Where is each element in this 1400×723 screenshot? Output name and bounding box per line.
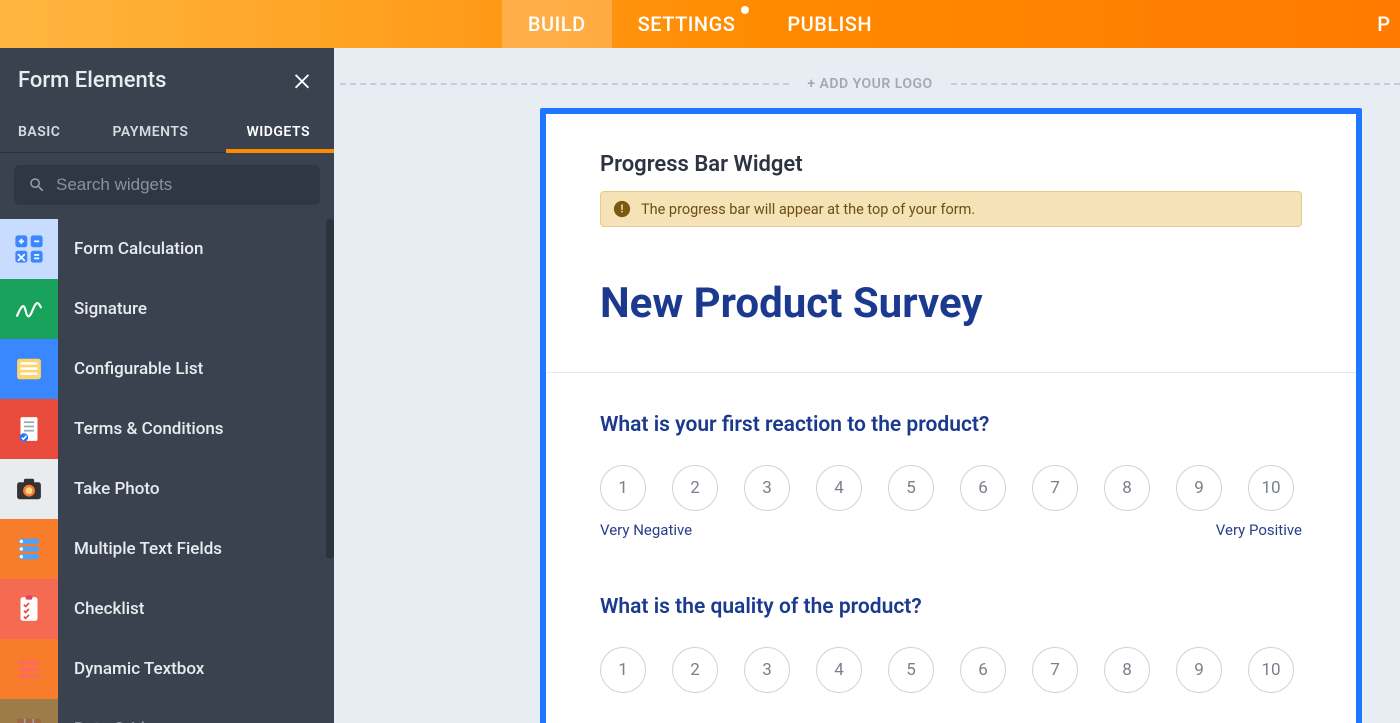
- form-card[interactable]: Progress Bar Widget ! The progress bar w…: [540, 108, 1362, 723]
- progress-bar-widget-banner: ! The progress bar will appear at the to…: [600, 191, 1302, 227]
- add-logo-line[interactable]: + ADD YOUR LOGO: [340, 48, 1400, 108]
- progress-bar-widget-note: The progress bar will appear at the top …: [641, 201, 975, 218]
- signature-icon: [0, 279, 58, 339]
- widget-label: Terms & Conditions: [58, 419, 224, 439]
- widget-dynamic-textbox[interactable]: Dynamic Textbox: [0, 639, 334, 699]
- search-icon: [28, 176, 46, 194]
- dashes-right: [951, 83, 1400, 85]
- calc-icon: [0, 219, 58, 279]
- sidebar-tab-payments-label: PAYMENTS: [113, 124, 189, 140]
- widget-label: Dynamic Textbox: [58, 659, 204, 679]
- progress-bar-widget-title: Progress Bar Widget: [600, 152, 1302, 177]
- tab-build-label: BUILD: [528, 12, 586, 36]
- terms-icon: [0, 399, 58, 459]
- data-grid-icon: [0, 699, 58, 723]
- question-1-text: What is your first reaction to the produ…: [600, 413, 1302, 437]
- widget-label: Form Calculation: [58, 239, 203, 259]
- config-list-icon: [0, 339, 58, 399]
- widget-label: Multiple Text Fields: [58, 539, 222, 559]
- progress-bar-widget-block[interactable]: Progress Bar Widget ! The progress bar w…: [600, 152, 1302, 227]
- widget-label: Checklist: [58, 599, 144, 619]
- scale-7[interactable]: 7: [1032, 465, 1078, 511]
- question-2[interactable]: What is the quality of the product? 1 2 …: [600, 595, 1302, 693]
- scale-4[interactable]: 4: [816, 647, 862, 693]
- alert-icon: !: [613, 200, 631, 218]
- sidebar-scrollbar[interactable]: [326, 219, 334, 559]
- scale-5[interactable]: 5: [888, 465, 934, 511]
- multi-text-icon: [0, 519, 58, 579]
- search-wrap: [0, 153, 334, 219]
- tab-settings[interactable]: SETTINGS: [612, 0, 762, 48]
- close-icon: [291, 69, 313, 91]
- search-input[interactable]: [56, 175, 306, 195]
- question-2-scale: 1 2 3 4 5 6 7 8 9 10: [600, 647, 1302, 693]
- sidebar-title: Form Elements: [18, 68, 166, 93]
- widget-checklist[interactable]: Checklist: [0, 579, 334, 639]
- checklist-icon: [0, 579, 58, 639]
- scale-1[interactable]: 1: [600, 647, 646, 693]
- canvas: + ADD YOUR LOGO Progress Bar Widget ! Th…: [334, 48, 1400, 723]
- sidebar: Form Elements BASIC PAYMENTS WIDGETS For…: [0, 48, 334, 723]
- widgets-list: Form Calculation Signature Configurable …: [0, 219, 334, 723]
- tab-publish-label: PUBLISH: [787, 12, 872, 36]
- form-title[interactable]: New Product Survey: [600, 279, 1302, 328]
- sidebar-tab-widgets-label: WIDGETS: [246, 124, 310, 140]
- tab-build[interactable]: BUILD: [502, 0, 612, 48]
- widget-signature[interactable]: Signature: [0, 279, 334, 339]
- widget-data-grid[interactable]: Data Grid: [0, 699, 334, 723]
- question-1-scale-labels: Very Negative Very Positive: [600, 521, 1302, 539]
- sidebar-tabs: BASIC PAYMENTS WIDGETS: [0, 110, 334, 153]
- widget-label: Data Grid: [58, 719, 145, 723]
- scale-10[interactable]: 10: [1248, 647, 1294, 693]
- scale-6[interactable]: 6: [960, 647, 1006, 693]
- close-button[interactable]: [288, 66, 316, 94]
- tab-publish[interactable]: PUBLISH: [761, 0, 898, 48]
- question-2-text: What is the quality of the product?: [600, 595, 1302, 619]
- scale-high-label: Very Positive: [1216, 521, 1302, 539]
- search-field[interactable]: [14, 165, 320, 205]
- topbar: BUILD SETTINGS PUBLISH P: [0, 0, 1400, 48]
- scale-8[interactable]: 8: [1104, 647, 1150, 693]
- widget-label: Configurable List: [58, 359, 203, 379]
- dynamic-textbox-icon: [0, 639, 58, 699]
- widget-terms[interactable]: Terms & Conditions: [0, 399, 334, 459]
- widget-take-photo[interactable]: Take Photo: [0, 459, 334, 519]
- sidebar-tab-basic-label: BASIC: [18, 124, 60, 140]
- scale-7[interactable]: 7: [1032, 647, 1078, 693]
- scale-9[interactable]: 9: [1176, 465, 1222, 511]
- sidebar-tab-widgets[interactable]: WIDGETS: [222, 110, 334, 152]
- svg-text:!: !: [621, 203, 624, 216]
- scale-9[interactable]: 9: [1176, 647, 1222, 693]
- scale-2[interactable]: 2: [672, 647, 718, 693]
- topbar-right-stub: P: [1377, 0, 1390, 48]
- question-1-scale: 1 2 3 4 5 6 7 8 9 10: [600, 465, 1302, 511]
- widget-configurable-list[interactable]: Configurable List: [0, 339, 334, 399]
- sidebar-tab-basic[interactable]: BASIC: [0, 110, 78, 152]
- scale-6[interactable]: 6: [960, 465, 1006, 511]
- widget-label: Signature: [58, 299, 147, 319]
- scale-low-label: Very Negative: [600, 521, 692, 539]
- tab-settings-label: SETTINGS: [638, 12, 736, 36]
- scale-4[interactable]: 4: [816, 465, 862, 511]
- topbar-tabs: BUILD SETTINGS PUBLISH: [502, 0, 898, 48]
- widget-multi-text[interactable]: Multiple Text Fields: [0, 519, 334, 579]
- scale-5[interactable]: 5: [888, 647, 934, 693]
- add-logo-label: + ADD YOUR LOGO: [789, 76, 950, 92]
- scale-8[interactable]: 8: [1104, 465, 1150, 511]
- camera-icon: [0, 459, 58, 519]
- sidebar-tab-payments[interactable]: PAYMENTS: [78, 110, 222, 152]
- scale-3[interactable]: 3: [744, 465, 790, 511]
- scale-1[interactable]: 1: [600, 465, 646, 511]
- sidebar-header: Form Elements: [0, 48, 334, 110]
- widget-form-calculation[interactable]: Form Calculation: [0, 219, 334, 279]
- section-divider: [546, 372, 1356, 373]
- dashes-left: [340, 83, 789, 85]
- widget-label: Take Photo: [58, 479, 160, 499]
- question-1[interactable]: What is your first reaction to the produ…: [600, 413, 1302, 539]
- scale-2[interactable]: 2: [672, 465, 718, 511]
- scale-10[interactable]: 10: [1248, 465, 1294, 511]
- settings-notification-dot: [741, 6, 749, 14]
- scale-3[interactable]: 3: [744, 647, 790, 693]
